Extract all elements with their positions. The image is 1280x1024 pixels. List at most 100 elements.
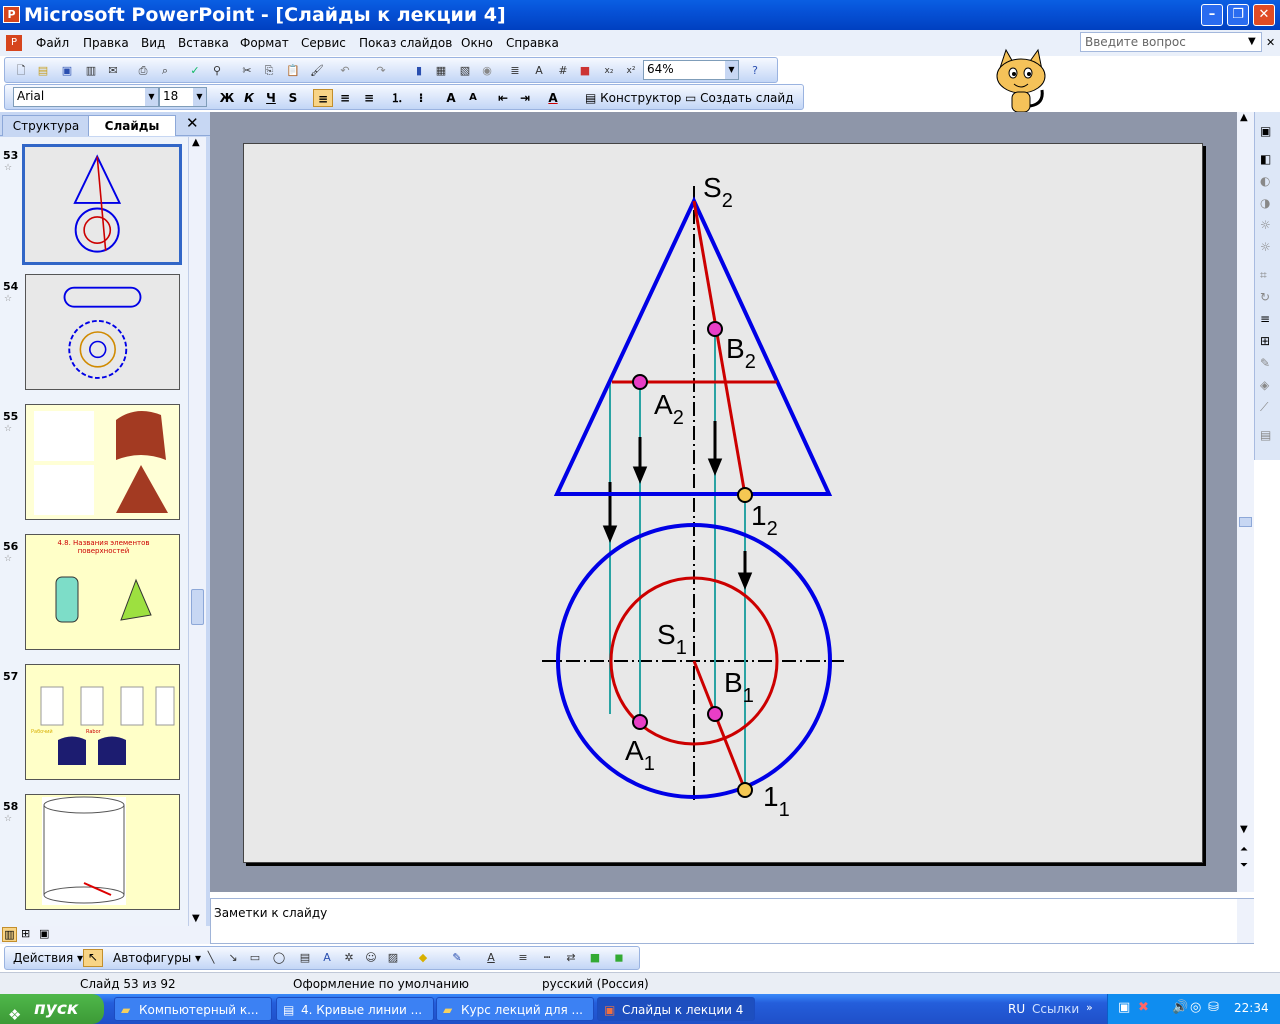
arrow-style-icon[interactable]: ⇄ — [563, 950, 579, 966]
line-tool-icon[interactable]: ╲ — [203, 950, 219, 966]
thumbnail-scrollbar[interactable]: ▲ ▼ — [188, 137, 206, 927]
powerpoint-app-icon[interactable]: P — [3, 6, 20, 23]
minimize-button[interactable]: – — [1201, 4, 1223, 26]
rotate-icon[interactable]: ↻ — [1260, 290, 1270, 304]
safely-remove-icon[interactable]: ⛁ — [1208, 1000, 1219, 1015]
menu-format[interactable]: Формат — [240, 36, 289, 50]
thumbnail-slide-55[interactable] — [25, 404, 180, 520]
links-toolbar[interactable]: Ссылки — [1032, 1002, 1079, 1016]
color-grayscale-icon[interactable]: ■ — [577, 63, 593, 79]
reset-picture-icon[interactable]: ▤ — [1260, 428, 1271, 442]
open-icon[interactable]: ▤ — [35, 63, 51, 79]
chevron-right-icon[interactable]: » — [1086, 1001, 1093, 1014]
network-icon[interactable]: ▣ — [1118, 1000, 1130, 1015]
scroll-down-icon[interactable]: ▼ — [192, 913, 200, 924]
close-pane-icon[interactable]: ✕ — [186, 114, 199, 132]
help-search-input[interactable]: Введите вопрос — [1080, 32, 1262, 52]
zoom-select[interactable]: 64% ▼ — [643, 60, 739, 80]
email-icon[interactable]: ✉ — [105, 63, 121, 79]
shadow-style-icon[interactable]: ■ — [587, 950, 603, 966]
close-document-icon[interactable]: ✕ — [1266, 36, 1275, 49]
help-icon[interactable]: ? — [747, 63, 763, 79]
image-control-icon[interactable]: ◧ — [1260, 152, 1271, 166]
shadow-button[interactable]: S — [283, 89, 303, 107]
menu-file[interactable]: Файл — [36, 36, 69, 50]
grid-icon[interactable]: # — [555, 63, 571, 79]
research-icon[interactable]: ⚲ — [209, 63, 225, 79]
italic-button[interactable]: К — [239, 89, 259, 107]
underline-button[interactable]: Ч — [261, 89, 281, 107]
formatting-icon[interactable]: A — [531, 63, 547, 79]
scroll-up-icon[interactable]: ▲ — [1240, 112, 1248, 123]
tables-borders-icon[interactable]: ▧ — [457, 63, 473, 79]
start-button[interactable]: ❖ пуск — [0, 994, 104, 1024]
format-painter-icon[interactable]: 🖌 — [309, 63, 325, 79]
subscript-icon[interactable]: x₂ — [601, 63, 617, 79]
picture-tool-icon[interactable]: ▨ — [385, 950, 401, 966]
tray-app-icon[interactable]: ◎ — [1190, 1000, 1201, 1015]
recolor-icon[interactable]: ✎ — [1260, 356, 1270, 370]
antivirus-icon[interactable]: ✖ — [1138, 1000, 1149, 1015]
less-brightness-icon[interactable]: ☼ — [1260, 240, 1271, 254]
select-objects-icon[interactable]: ↖ — [83, 949, 103, 967]
thumbnail-slide-53[interactable] — [22, 144, 182, 265]
textbox-tool-icon[interactable]: ▤ — [297, 950, 313, 966]
font-size-select[interactable]: 18 ▼ — [159, 87, 207, 107]
diagram-tool-icon[interactable]: ✲ — [341, 950, 357, 966]
thumbnail-list[interactable]: 53 ☆ 54 ☆ 55 ☆ 56 ☆ 4.8. Названия элемен… — [0, 137, 188, 927]
wordart-tool-icon[interactable]: A — [319, 950, 335, 966]
menu-edit[interactable]: Правка — [83, 36, 129, 50]
slide-sorter-view-icon[interactable]: ⊞ — [21, 927, 30, 940]
font-color-button[interactable]: A — [543, 89, 563, 107]
font-color-icon[interactable]: A — [483, 950, 499, 966]
bold-button[interactable]: Ж — [217, 89, 237, 107]
insert-chart-icon[interactable]: ▮ — [411, 63, 427, 79]
thumbnail-slide-54[interactable] — [25, 274, 180, 390]
line-style-icon[interactable]: ≡ — [515, 950, 531, 966]
less-contrast-icon[interactable]: ◑ — [1260, 196, 1270, 210]
dash-style-icon[interactable]: ┅ — [539, 950, 555, 966]
insert-table-icon[interactable]: ▦ — [433, 63, 449, 79]
align-center-button[interactable]: ≡ — [335, 89, 355, 107]
designer-button[interactable]: ▤ Конструктор — [585, 91, 681, 105]
rectangle-tool-icon[interactable]: ▭ — [247, 950, 263, 966]
bullets-button[interactable]: ⁝ — [411, 89, 431, 107]
normal-view-icon[interactable]: ▥ — [2, 927, 17, 942]
document-icon[interactable]: P — [6, 35, 22, 51]
font-select[interactable]: Arial ▼ — [13, 87, 159, 107]
3d-style-icon[interactable]: ◼ — [611, 950, 627, 966]
thumbnail-slide-58[interactable] — [25, 794, 180, 910]
numbering-button[interactable]: ⒈ — [387, 89, 407, 107]
taskbar-item-powerpoint[interactable]: ▣ Слайды к лекции 4 — [597, 997, 755, 1021]
slideshow-view-icon[interactable]: ▣ — [39, 927, 49, 940]
thumbnail-slide-56[interactable]: 4.8. Названия элементов поверхностей — [25, 534, 180, 650]
oval-tool-icon[interactable]: ◯ — [271, 950, 287, 966]
maximize-button[interactable]: ❐ — [1227, 4, 1249, 26]
close-button[interactable]: ✕ — [1253, 4, 1275, 26]
increase-font-button[interactable]: A — [441, 89, 461, 107]
taskbar-item-folder[interactable]: ▰ Компьютерный к... — [114, 997, 272, 1021]
preview-icon[interactable]: ⌕ — [157, 63, 173, 79]
line-color-icon[interactable]: ✎ — [449, 950, 465, 966]
menu-view[interactable]: Вид — [141, 36, 165, 50]
autoshapes-menu[interactable]: Автофигуры ▾ — [113, 951, 201, 965]
notes-scrollbar[interactable] — [1237, 899, 1254, 943]
expand-all-icon[interactable]: ≣ — [507, 63, 523, 79]
decrease-font-button[interactable]: A — [463, 89, 483, 107]
taskbar-item-folder2[interactable]: ▰ Курс лекций для ... — [436, 997, 594, 1021]
permission-icon[interactable]: ▥ — [83, 63, 99, 79]
crop-icon[interactable]: ⌗ — [1260, 268, 1267, 283]
transparent-color-icon[interactable]: ⟋ — [1260, 400, 1268, 415]
undo-icon[interactable]: ↶ — [337, 63, 353, 79]
cut-icon[interactable]: ✂ — [239, 63, 255, 79]
align-left-button[interactable]: ≡ — [313, 89, 333, 107]
hyperlink-icon[interactable]: ◉ — [479, 63, 495, 79]
help-dropdown-icon[interactable]: ▼ — [1248, 36, 1256, 47]
language-indicator[interactable]: RU — [1008, 1002, 1025, 1016]
increase-indent-button[interactable]: ⇥ — [515, 89, 535, 107]
menu-window[interactable]: Окно — [461, 36, 493, 50]
more-brightness-icon[interactable]: ☼ — [1260, 218, 1271, 232]
clipart-tool-icon[interactable]: ☺ — [363, 950, 379, 966]
copy-icon[interactable]: ⎘ — [261, 63, 277, 79]
office-assistant-cat[interactable] — [986, 46, 1056, 118]
